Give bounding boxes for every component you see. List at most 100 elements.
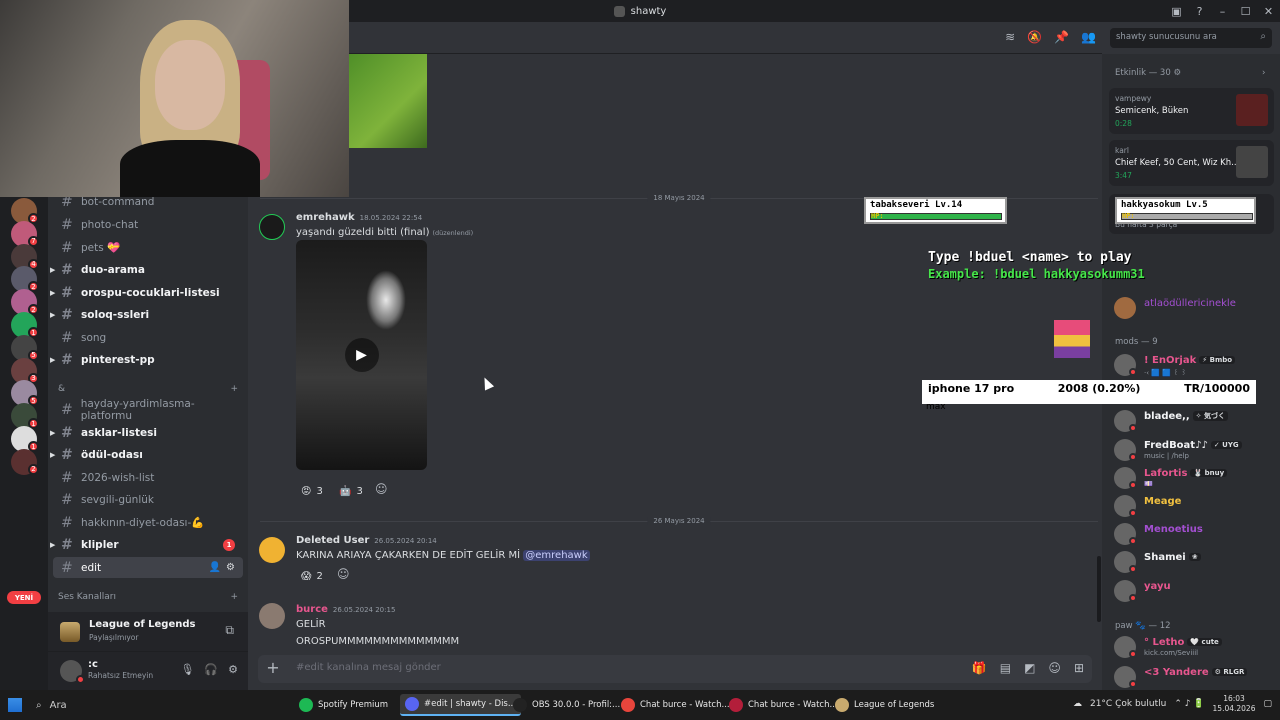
member-item[interactable]: Lafortis 🐰 bnuy 💷: [1112, 465, 1277, 491]
channel-photo-chat[interactable]: # photo-chat: [53, 214, 243, 235]
video-attachment[interactable]: ▶: [296, 240, 427, 470]
attach-icon[interactable]: +: [264, 660, 282, 678]
gear-icon[interactable]: ⚙: [226, 562, 235, 573]
member-item[interactable]: bladee,, ✧ 気づく: [1112, 408, 1277, 434]
member-item[interactable]: FredBoat♪♪ ✓ UYG music | /help: [1112, 437, 1277, 463]
sticker-icon[interactable]: ◩: [1024, 661, 1035, 675]
notification-mute-icon[interactable]: 🔕: [1027, 30, 1042, 44]
headphones-icon[interactable]: 🎧: [204, 663, 218, 676]
member-list: Etkinlik — 30 ⚙ › vampewy Semicenk, Büke…: [1102, 54, 1280, 690]
share-screen-icon[interactable]: ⧉: [225, 623, 234, 638]
chevron-right-icon[interactable]: ›: [1262, 68, 1265, 78]
category-voice[interactable]: Ses Kanalları +: [58, 592, 238, 602]
channel-orospu-cocuklari-listesi[interactable]: ▶ # orospu-cocuklari-listesi: [50, 282, 243, 303]
minimize-button[interactable]: –: [1211, 0, 1234, 22]
channel-sevgili-günlük[interactable]: # sevgili-günlük: [53, 489, 243, 510]
member-tag: ✓ UYG: [1210, 440, 1242, 449]
message-author[interactable]: burce 26.05.2024 20:15: [296, 604, 395, 615]
add-voice-channel-icon[interactable]: +: [230, 592, 238, 602]
member-item[interactable]: Menoetius: [1112, 521, 1277, 547]
channel-hayday-yardimlasma-platformu[interactable]: # hayday-yardimlasma-platformu: [53, 397, 243, 422]
channel-asklar-listesi[interactable]: ▶ # asklar-listesi: [50, 422, 243, 443]
channel-song[interactable]: # song: [53, 327, 243, 348]
tray-icons[interactable]: ⌃ ♪ 🔋: [1174, 699, 1204, 709]
channel-klipler[interactable]: ▶ # klipler 1: [50, 534, 243, 555]
channel-ödül-odası[interactable]: ▶ # ödül-odası: [50, 444, 243, 465]
scrollbar[interactable]: [1097, 556, 1101, 622]
channel-name: duo-arama: [81, 263, 145, 276]
channel-name: hayday-yardimlasma-platformu: [80, 397, 195, 422]
channel-edit[interactable]: # edit 👤 ⚙: [53, 557, 243, 578]
taskbar-search[interactable]: ⌕ Ara: [36, 695, 67, 715]
channel-pets[interactable]: # pets 💝: [53, 237, 243, 258]
apps-icon[interactable]: ⊞: [1074, 661, 1084, 675]
invite-icon[interactable]: 👤: [209, 562, 221, 573]
channel-duo-arama[interactable]: ▶ # duo-arama: [50, 259, 243, 280]
help-icon[interactable]: ?: [1188, 0, 1211, 22]
avatar[interactable]: [259, 214, 285, 240]
category-amp[interactable]: & +: [58, 384, 238, 394]
notification-icon[interactable]: ▢: [1263, 699, 1272, 709]
avatar[interactable]: [259, 537, 285, 563]
member-name: bladee,, ✧ 気づく: [1144, 411, 1228, 422]
gif-icon[interactable]: ▤: [1000, 661, 1011, 675]
member-item[interactable]: Shamei ❀: [1112, 549, 1277, 575]
channel-2026-wish-list[interactable]: #2026-wish-list: [53, 467, 243, 488]
hash-icon: #: [61, 469, 73, 486]
user-mention[interactable]: @emrehawk: [523, 550, 590, 561]
add-channel-icon[interactable]: +: [230, 384, 238, 394]
add-reaction-icon[interactable]: ☺: [337, 567, 353, 583]
member-item[interactable]: Meage: [1112, 493, 1277, 519]
play-icon[interactable]: ▶: [344, 338, 379, 372]
taskbar-app[interactable]: Chat burce - Watch...: [616, 694, 735, 716]
member-item[interactable]: <3 Yandere ⚙ RLGR: [1112, 664, 1277, 690]
gift-icon[interactable]: 🎁: [972, 661, 987, 675]
username[interactable]: :c: [88, 659, 98, 670]
inbox-icon[interactable]: ▣: [1165, 0, 1188, 22]
member-item[interactable]: yayu: [1112, 578, 1277, 604]
taskbar-app[interactable]: Spotify Premium: [294, 694, 393, 716]
member-subtext: 💷: [1144, 479, 1153, 488]
activity-card[interactable]: karl Chief Keef, 50 Cent, Wiz Kh... 3:47: [1109, 140, 1274, 186]
member-item[interactable]: ° Letho 🤍 cute kick.com/Seviiil: [1112, 634, 1277, 660]
message-composer[interactable]: + #edit kanalına mesaj gönder 🎁 ▤ ◩ ☺ ⊞: [258, 655, 1092, 683]
weather[interactable]: 21°C Çok bulutlu: [1090, 699, 1166, 709]
emoji-icon[interactable]: ☺: [1048, 661, 1061, 675]
channel-soloq-ssleri[interactable]: ▶ # soloq-ssleri: [50, 304, 243, 325]
attachment-image[interactable]: [349, 54, 427, 148]
add-reaction-icon[interactable]: ☺: [375, 482, 391, 498]
gear-icon[interactable]: ⚙: [228, 663, 238, 676]
avatar: [1114, 297, 1136, 319]
taskbar-app[interactable]: #edit | shawty - Dis...: [400, 694, 521, 716]
message-author[interactable]: emrehawk 18.05.2024 22:54: [296, 212, 422, 223]
maximize-button[interactable]: ☐: [1234, 0, 1257, 22]
member-list-icon[interactable]: 👥: [1081, 30, 1096, 44]
taskbar-app[interactable]: OBS 30.0.0 - Profil:...: [508, 694, 625, 716]
reaction[interactable]: 😱 2: [296, 567, 328, 585]
taskbar-app[interactable]: Chat burce - Watch...: [724, 694, 843, 716]
windows-start-icon[interactable]: [8, 698, 22, 712]
channel-hakkının-diyet-odası-[interactable]: # hakkının-diyet-odası-💪: [53, 512, 243, 533]
avatar[interactable]: [259, 603, 285, 629]
close-button[interactable]: ✕: [1257, 0, 1280, 22]
microphone-icon[interactable]: 🎙: [180, 663, 194, 676]
new-badge[interactable]: YENİ: [7, 591, 41, 604]
search-input[interactable]: shawty sunucusunu ara ⌕: [1110, 28, 1272, 48]
channel-name: ödül-odası: [81, 448, 143, 461]
pin-icon[interactable]: 📌: [1054, 30, 1069, 44]
member-subtext: music | /help: [1144, 451, 1189, 460]
taskbar-app[interactable]: League of Legends: [830, 694, 939, 716]
reaction[interactable]: 🤖 3: [334, 482, 368, 500]
clock[interactable]: 16:03 15.04.2026: [1213, 694, 1256, 714]
status-icon: [1129, 537, 1137, 546]
member-item[interactable]: atlaödüllericinekle: [1112, 295, 1277, 321]
member-name: Meage: [1144, 496, 1182, 507]
app-label: #edit | shawty - Dis...: [424, 699, 516, 709]
activity-card[interactable]: vampewy Semicenk, Büken 0:28: [1109, 88, 1274, 134]
member-item[interactable]: ! EnOrjak ⚡ Bmbo ·‹ 🟦 🟦 ꒰ ꒱: [1112, 352, 1277, 378]
threads-icon[interactable]: ≋: [1005, 30, 1015, 44]
message-input[interactable]: #edit kanalına mesaj gönder: [296, 662, 441, 673]
reaction[interactable]: 😡 3: [296, 482, 328, 500]
message-author[interactable]: Deleted User 26.05.2024 20:14: [296, 535, 437, 546]
channel-pinterest-pp[interactable]: ▶ # pinterest-pp: [50, 349, 243, 370]
